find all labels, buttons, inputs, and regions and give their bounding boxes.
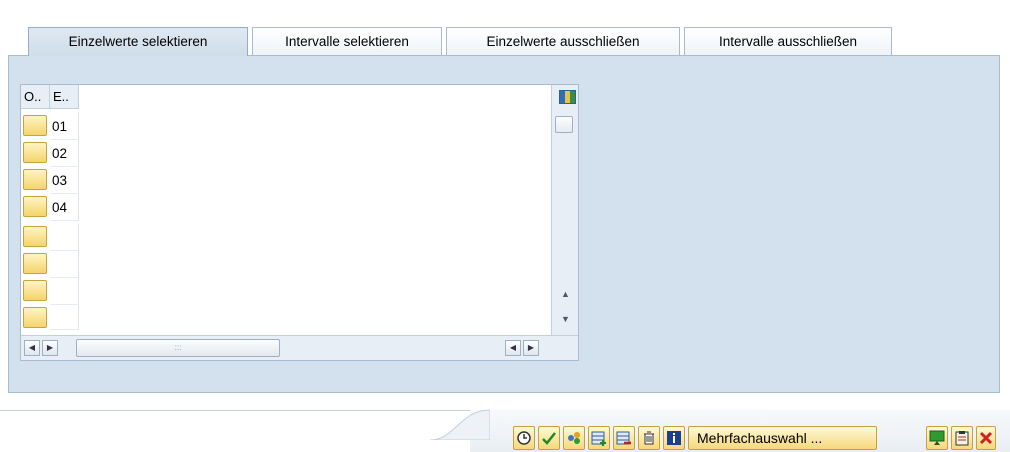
row-option-button[interactable] [23, 280, 47, 301]
info-icon [667, 431, 681, 445]
execute-button[interactable] [513, 426, 535, 450]
tab-einzelwerte-selektieren[interactable]: Einzelwerte selektieren [28, 27, 248, 56]
table-header: O.. E.. [21, 85, 79, 109]
clipboard-icon [955, 431, 969, 446]
tab-intervalle-ausschliessen[interactable]: Intervalle ausschließen [684, 27, 892, 55]
row-option-button[interactable] [23, 307, 47, 328]
row-option-button[interactable] [23, 196, 47, 217]
table-row [21, 224, 551, 251]
tab-einzelwerte-ausschliessen[interactable]: Einzelwerte ausschließen [446, 27, 680, 55]
scroll-up-icon[interactable]: ▲ [552, 286, 579, 302]
row-value-cell[interactable]: 04 [50, 194, 79, 221]
row-value-cell[interactable] [50, 251, 79, 278]
trash-icon [644, 431, 654, 445]
table-row [21, 278, 551, 305]
table-layout-icon[interactable] [559, 90, 576, 104]
tab-label: Einzelwerte ausschließen [486, 34, 640, 49]
table-row: 03 [21, 167, 551, 194]
tab-intervalle-selektieren[interactable]: Intervalle selektieren [252, 27, 442, 55]
fixed-scroll-right-icon[interactable]: ▶ [42, 340, 58, 356]
row-value-cell[interactable] [50, 224, 79, 251]
execute-icon [517, 431, 531, 445]
trash-button[interactable] [638, 426, 660, 450]
scroll-down-icon[interactable]: ▼ [552, 311, 579, 327]
horizontal-scroll-track[interactable]: ::: [76, 339, 280, 357]
row-option-button[interactable] [23, 253, 47, 274]
column-header-option[interactable]: O.. [21, 85, 50, 109]
row-value-cell[interactable] [50, 278, 79, 305]
import-button[interactable] [926, 426, 948, 450]
row-value-cell[interactable] [50, 305, 79, 330]
table-row: 04 [21, 194, 551, 221]
row-option-button[interactable] [23, 142, 47, 163]
variants-icon [568, 432, 580, 444]
scroll-right-icon[interactable]: ▶ [523, 340, 539, 356]
insert-row-button[interactable] [588, 426, 610, 450]
delete-row-button[interactable] [613, 426, 635, 450]
row-option-button[interactable] [23, 115, 47, 136]
check-icon [542, 432, 556, 445]
row-option-button[interactable] [23, 169, 47, 190]
row-value-cell[interactable]: 03 [50, 167, 79, 194]
cancel-icon [979, 431, 993, 445]
table-row [21, 251, 551, 278]
multi-select-label: Mehrfachauswahl ... [697, 430, 823, 446]
multi-select-button[interactable]: Mehrfachauswahl ... [688, 426, 877, 450]
scroll-left-icon[interactable]: ◀ [505, 340, 521, 356]
row-value-cell[interactable]: 01 [50, 113, 79, 140]
fixed-scroll-left-icon[interactable]: ◀ [24, 340, 40, 356]
delete-row-icon [616, 431, 631, 445]
values-table: O.. E.. 01 02 03 04 ▲ ▼ ◀ ▶::: ◀ ▶ [20, 84, 579, 361]
import-icon [929, 430, 945, 445]
cancel-button[interactable] [976, 426, 996, 450]
row-option-button[interactable] [23, 226, 47, 247]
vertical-scrollbar[interactable]: ▲ ▼ [551, 85, 578, 335]
horizontal-scrollbar[interactable]: ◀ ▶ ::: ◀ ▶ [21, 335, 578, 360]
toolbar-curve [430, 409, 490, 440]
table-row: 02 [21, 140, 551, 167]
column-header-value[interactable]: E.. [50, 85, 79, 109]
variants-button[interactable] [563, 426, 585, 450]
insert-row-icon [591, 431, 606, 446]
tab-label: Einzelwerte selektieren [68, 34, 208, 49]
scroll-thumb[interactable] [555, 116, 573, 133]
table-row [21, 305, 551, 330]
table-row: 01 [21, 113, 551, 140]
clipboard-button[interactable] [951, 426, 973, 450]
tab-label: Intervalle selektieren [285, 34, 409, 49]
info-button[interactable] [663, 426, 685, 450]
tab-label: Intervalle ausschließen [718, 34, 858, 49]
row-value-cell[interactable]: 02 [50, 140, 79, 167]
check-button[interactable] [538, 426, 560, 450]
